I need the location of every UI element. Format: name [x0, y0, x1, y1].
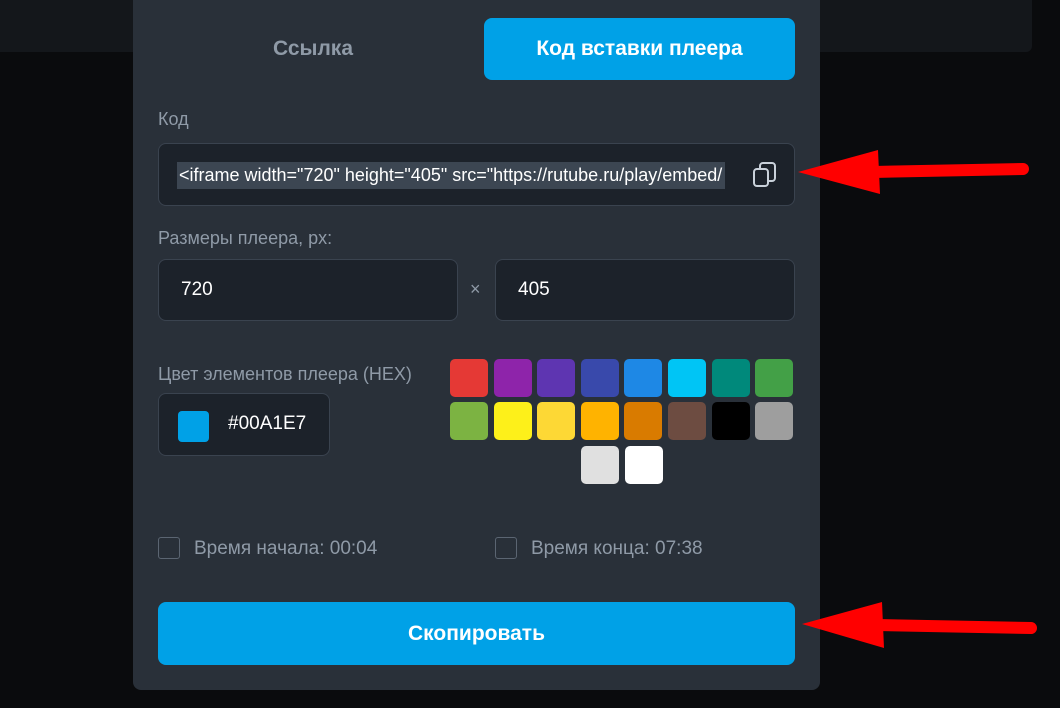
color-swatch[interactable] — [624, 402, 663, 440]
times-separator: × — [470, 279, 481, 299]
red-arrow-icon — [798, 150, 1029, 194]
current-color-swatch — [178, 411, 209, 442]
end-time-label[interactable]: Время конца: 07:38 — [531, 538, 703, 560]
color-swatch[interactable] — [580, 402, 619, 440]
embed-code-text[interactable]: <iframe width="720" height="405" src="ht… — [177, 162, 725, 189]
color-swatch[interactable] — [711, 359, 750, 397]
color-swatch[interactable] — [493, 359, 532, 397]
color-swatch[interactable] — [580, 359, 619, 397]
color-swatch[interactable] — [450, 402, 488, 440]
color-swatch[interactable] — [755, 402, 794, 440]
tab-link[interactable]: Ссылка — [158, 18, 468, 80]
color-swatch[interactable] — [624, 359, 663, 397]
code-label: Код — [158, 109, 189, 129]
tab-embed-code[interactable]: Код вставки плеера — [484, 18, 795, 80]
embed-code-field[interactable]: <iframe width="720" height="405" src="ht… — [158, 143, 795, 206]
color-swatch[interactable] — [581, 446, 619, 484]
share-panel: Ссылка Код вставки плеера Код <iframe wi… — [133, 0, 820, 690]
color-label: Цвет элементов плеера (HEX) — [158, 364, 412, 384]
copy-icon[interactable] — [750, 160, 780, 190]
color-swatch[interactable] — [537, 402, 576, 440]
color-swatch[interactable] — [493, 402, 532, 440]
color-swatch[interactable] — [668, 359, 706, 397]
color-swatch[interactable] — [450, 359, 488, 397]
red-arrow-icon — [802, 602, 1037, 648]
color-hex-input[interactable]: #00A1E7 — [158, 393, 330, 456]
color-swatch[interactable] — [668, 402, 706, 440]
copy-button[interactable]: Скопировать — [158, 602, 795, 665]
color-swatch[interactable] — [755, 359, 794, 397]
width-input[interactable]: 720 — [158, 259, 458, 321]
height-input[interactable]: 405 — [495, 259, 795, 321]
color-hex-value[interactable]: #00A1E7 — [228, 413, 306, 435]
start-time-label[interactable]: Время начала: 00:04 — [194, 538, 377, 560]
color-swatch[interactable] — [711, 402, 750, 440]
end-time-checkbox[interactable] — [495, 537, 517, 559]
player-size-label: Размеры плеера, px: — [158, 228, 333, 248]
start-time-checkbox[interactable] — [158, 537, 180, 559]
color-swatch[interactable] — [537, 359, 576, 397]
color-swatch[interactable] — [624, 446, 663, 484]
